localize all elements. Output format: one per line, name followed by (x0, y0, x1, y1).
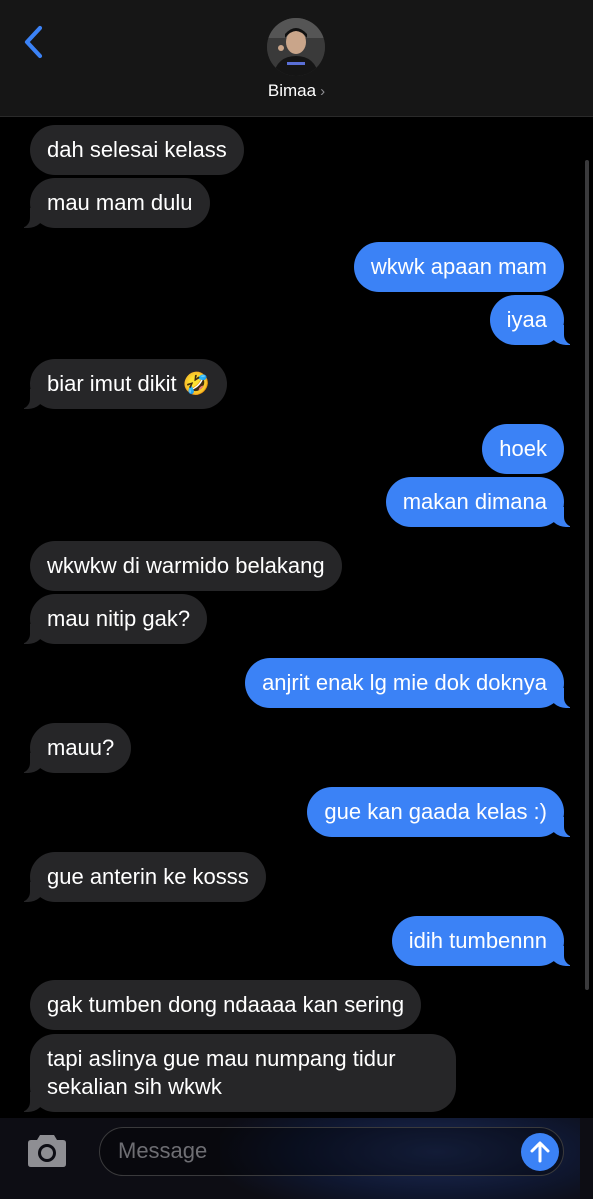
message-incoming[interactable]: mau mam dulu (16, 178, 210, 228)
contact-name: Bimaa (267, 81, 317, 100)
contact-avatar[interactable] (267, 18, 325, 76)
message-incoming[interactable]: biar imut dikit 🤣 (15, 359, 228, 409)
avatar-photo (267, 18, 325, 76)
message-text: gue kan gaada kelas :) (324, 799, 547, 824)
message-text: dah selesai kelass (47, 137, 227, 162)
message-text: gak tumben dong ndaaaa kan sering (47, 992, 405, 1017)
message-text: hoek (499, 436, 547, 461)
back-button[interactable] (18, 22, 52, 62)
message-text: anjrit enak lg mie dok doknya (262, 670, 547, 695)
message-incoming[interactable]: dah selesai kelass (30, 125, 244, 175)
message-text: makan dimana (402, 489, 547, 514)
message-outgoing[interactable]: anjrit enak lg mie dok doknya (245, 658, 578, 708)
camera-icon (28, 1135, 66, 1167)
scrollbar[interactable] (585, 160, 589, 990)
message-text: mauu? (47, 735, 115, 760)
message-text: mau mam dulu (47, 190, 193, 215)
message-outgoing[interactable]: gue kan gaada kelas :) (307, 787, 578, 837)
message-incoming[interactable]: tapi aslinya gue mau numpang tidur sekal… (16, 1034, 456, 1112)
send-button[interactable] (521, 1133, 559, 1171)
message-outgoing[interactable]: makan dimana (385, 477, 579, 527)
message-field[interactable] (99, 1127, 564, 1176)
message-incoming[interactable]: gue anterin ke kosss (16, 852, 266, 902)
message-outgoing[interactable]: idih tumbennn (391, 916, 579, 966)
message-incoming[interactable]: mauu? (15, 723, 132, 773)
message-input[interactable] (118, 1128, 518, 1174)
camera-button[interactable] (24, 1133, 70, 1169)
message-text: tapi aslinya gue mau numpang tidur sekal… (47, 1046, 396, 1099)
message-text: mau nitip gak? (47, 606, 191, 631)
message-outgoing[interactable]: hoek (482, 424, 564, 474)
message-thread[interactable]: dah selesai kelass mau mam dulu wkwk apa… (0, 117, 593, 1118)
message-incoming[interactable]: wkwkw di warmido belakang (30, 541, 342, 591)
message-text: biar imut dikit 🤣 (47, 371, 211, 396)
message-incoming[interactable]: gak tumben dong ndaaaa kan sering (30, 980, 422, 1030)
arrow-up-icon (530, 1141, 550, 1163)
message-outgoing[interactable]: wkwk apaan mam (353, 242, 564, 292)
conversation-header: Bimaa › (0, 0, 593, 117)
message-text: iyaa (506, 307, 547, 332)
message-text: idih tumbennn (408, 928, 547, 953)
chevron-left-icon (24, 25, 43, 59)
chevron-right-icon: › (320, 83, 326, 100)
message-composer (0, 1118, 593, 1199)
message-text: wkwk apaan mam (370, 254, 547, 279)
message-incoming[interactable]: mau nitip gak? (15, 594, 208, 644)
message-outgoing[interactable]: iyaa (489, 295, 579, 345)
contact-name-button[interactable]: Bimaa › (0, 81, 593, 101)
message-text: gue anterin ke kosss (47, 864, 249, 889)
message-text: wkwkw di warmido belakang (47, 553, 325, 578)
